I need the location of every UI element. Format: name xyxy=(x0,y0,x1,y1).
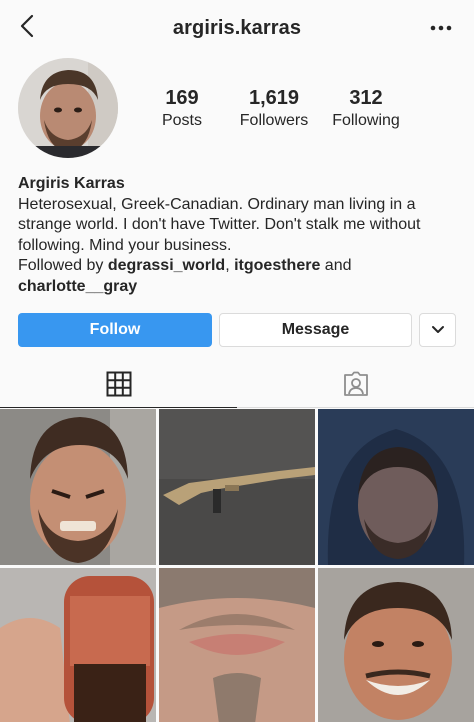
post-thumbnail[interactable] xyxy=(318,568,474,722)
post-thumbnail[interactable] xyxy=(159,409,315,565)
chevron-left-icon xyxy=(20,14,34,38)
more-options-button[interactable] xyxy=(428,18,454,38)
post-thumbnail[interactable] xyxy=(0,568,156,722)
followers-count: 1,619 xyxy=(248,87,300,109)
message-button[interactable]: Message xyxy=(219,313,412,347)
post-face-grimace xyxy=(0,409,156,565)
posts-grid xyxy=(0,409,474,722)
post-thumbnail[interactable] xyxy=(318,409,474,565)
stat-followers[interactable]: 1,619 Followers xyxy=(232,86,316,132)
tagged-person-icon xyxy=(343,371,368,396)
followed-by-prefix: Followed by xyxy=(18,257,108,274)
profile-username-title: argiris.karras xyxy=(172,16,302,39)
avatar[interactable] xyxy=(18,58,118,158)
profile-full-name: Argiris Karras xyxy=(18,175,125,192)
suggested-accounts-button[interactable] xyxy=(419,313,456,347)
followers-label: Followers xyxy=(239,112,309,129)
bio-text: Heterosexual, Greek-Canadian. Ordinary m… xyxy=(18,195,421,254)
followed-by-and: and xyxy=(320,257,352,274)
following-count: 312 xyxy=(349,87,383,109)
post-face-smile xyxy=(318,568,474,722)
more-horizontal-icon xyxy=(430,25,452,31)
stat-following[interactable]: 312 Following xyxy=(324,86,408,132)
grid-icon xyxy=(106,371,131,396)
tab-grid[interactable] xyxy=(0,360,237,408)
followed-by-user-link[interactable]: charlotte__gray xyxy=(18,278,137,295)
post-iced-capp xyxy=(0,568,156,722)
profile-tabs xyxy=(0,360,474,408)
top-bar: argiris.karras xyxy=(0,0,474,56)
back-button[interactable] xyxy=(16,12,40,42)
chevron-down-icon xyxy=(431,326,444,333)
followed-by-separator: , xyxy=(225,257,235,274)
post-thumbnail[interactable] xyxy=(0,409,156,565)
posts-count: 169 xyxy=(165,87,199,109)
post-face-hood xyxy=(318,409,474,565)
post-rifle xyxy=(159,409,315,565)
profile-bio: Argiris Karras Heterosexual, Greek-Canad… xyxy=(18,174,462,297)
stat-posts[interactable]: 169 Posts xyxy=(152,86,212,132)
tab-tagged[interactable] xyxy=(237,360,474,408)
follow-button[interactable]: Follow xyxy=(18,313,212,347)
post-lips-closeup xyxy=(159,568,315,722)
posts-label: Posts xyxy=(161,112,202,129)
followed-by-user-link[interactable]: itgoesthere xyxy=(234,257,320,274)
post-thumbnail[interactable] xyxy=(159,568,315,722)
following-label: Following xyxy=(332,112,400,129)
followed-by-user-link[interactable]: degrassi_world xyxy=(108,257,225,274)
